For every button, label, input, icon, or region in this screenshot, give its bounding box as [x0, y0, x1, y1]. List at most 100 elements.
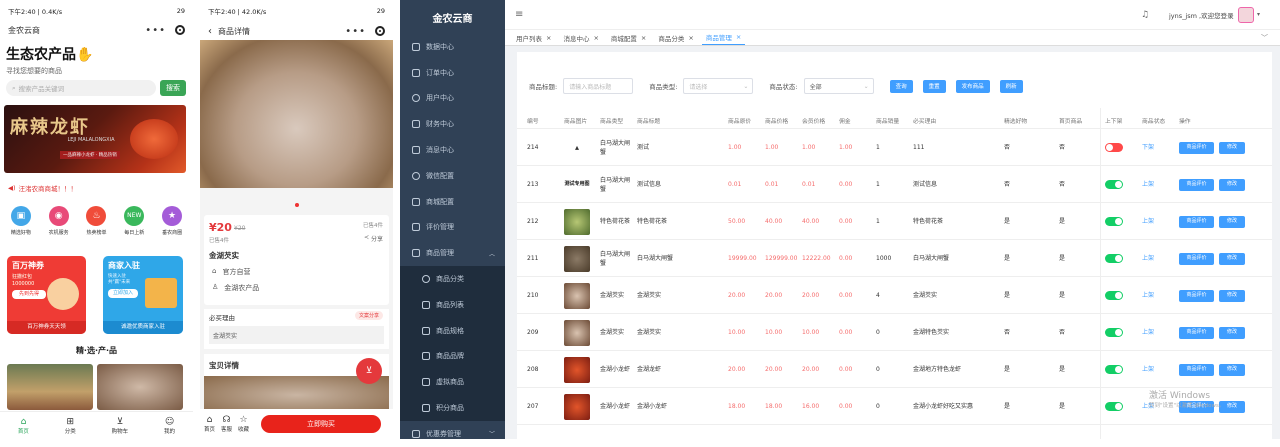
cell-status[interactable]: 上架 — [1142, 277, 1176, 314]
carousel-dot[interactable] — [295, 203, 299, 207]
review-button[interactable]: 商品评价 — [1179, 215, 1214, 228]
tab-goods-manage[interactable]: 商品管理 × — [701, 31, 746, 45]
tab-user-list[interactable]: 用户列表 × — [512, 31, 555, 45]
nav-profile[interactable]: ☺ 我的 — [164, 417, 175, 435]
submenu-brand[interactable]: 商品品牌 — [400, 343, 505, 370]
search-button[interactable]: 查询 — [889, 79, 913, 93]
more-icon[interactable]: ••• — [145, 25, 166, 36]
edit-button[interactable]: 修改 — [1219, 215, 1245, 228]
category-item[interactable]: ♨ 热卖榜单 — [78, 206, 114, 236]
search-button[interactable]: 搜索 — [160, 80, 186, 96]
category-item[interactable]: ◉ 农机服务 — [41, 206, 77, 236]
edit-button[interactable]: 修改 — [1219, 141, 1245, 154]
avatar[interactable] — [1238, 6, 1254, 23]
edit-button[interactable]: 修改 — [1219, 326, 1245, 339]
reset-button[interactable]: 重置 — [922, 79, 946, 93]
tab-mall-config[interactable]: 商城配置 × — [607, 31, 650, 45]
edit-button[interactable]: 修改 — [1219, 363, 1245, 376]
shelf-toggle[interactable] — [1105, 402, 1123, 411]
cell-status[interactable]: 上架 — [1142, 314, 1176, 351]
menu-reviews[interactable]: 评价管理 — [400, 215, 505, 241]
review-button[interactable]: 商品评价 — [1179, 326, 1214, 339]
back-icon[interactable]: ‹ — [208, 26, 212, 37]
cell-actions: 商品评价 修改 — [1179, 314, 1269, 351]
title-input[interactable]: 请输入商品标题 — [563, 78, 634, 94]
review-button[interactable]: 商品评价 — [1179, 178, 1214, 191]
menu-wechat[interactable]: 微信配置 — [400, 163, 505, 189]
menu-orders[interactable]: 订单中心 — [400, 60, 505, 86]
cell-featured: 否 — [1004, 329, 1011, 336]
menu-messages[interactable]: 消息中心 — [400, 137, 505, 163]
submenu-virtual[interactable]: 虚拟商品 — [400, 369, 505, 396]
shelf-toggle[interactable] — [1105, 328, 1123, 337]
shelf-toggle[interactable] — [1105, 365, 1123, 374]
search-input[interactable]: ⌕ 搜索产品关键词 — [6, 80, 156, 96]
hamburger-icon[interactable]: ≡ — [515, 9, 523, 20]
tab-goods-category[interactable]: 商品分类 × — [654, 31, 697, 45]
tab-messages[interactable]: 消息中心 × — [559, 31, 602, 45]
nav-category[interactable]: ⊞ 分类 — [65, 417, 76, 435]
menu-data-center[interactable]: 数据中心 — [400, 34, 505, 60]
type-select[interactable]: 请选择 ⌄ — [683, 78, 754, 94]
review-button[interactable]: 商品评价 — [1179, 363, 1214, 376]
submenu-points[interactable]: 积分商品 — [400, 395, 505, 421]
nav-home[interactable]: ⌂ 首页 — [204, 415, 215, 433]
cell-status[interactable]: 上架 — [1142, 240, 1176, 277]
submenu-spec[interactable]: 商品规格 — [400, 317, 505, 344]
close-target-icon[interactable] — [175, 25, 185, 35]
banner[interactable]: 麻辣龙虾 LEJI MALALONGXIA 一品麻辣小龙虾 · 精品热销 — [4, 105, 186, 173]
publish-button[interactable]: 发布商品 — [955, 79, 990, 93]
menu-finance[interactable]: 财务中心 — [400, 111, 505, 137]
more-icon[interactable]: ••• — [345, 26, 366, 37]
category-item[interactable]: NEW 每日上新 — [116, 206, 152, 236]
detail-section-title: 宝贝详情 — [209, 361, 239, 370]
category-item[interactable]: ★ 垂农商圈 — [154, 206, 190, 236]
status-select[interactable]: 全部 ⌄ — [803, 78, 874, 94]
review-button[interactable]: 商品评价 — [1179, 289, 1214, 302]
buy-now-button[interactable]: 立即购买 — [261, 415, 382, 433]
nav-cart[interactable]: ⊻ 购物车 — [112, 417, 129, 435]
copy-share-button[interactable]: 文案分享 — [354, 311, 383, 320]
notice-bar[interactable]: ◀) 汪渚农商商城！！！ — [8, 183, 77, 193]
menu-goods[interactable]: 商品管理 ︿ — [400, 240, 505, 266]
capsule-menu[interactable]: ••• — [345, 26, 385, 37]
nav-service[interactable]: ☊ 客服 — [221, 415, 232, 433]
edit-button[interactable]: 修改 — [1219, 289, 1245, 302]
shelf-toggle[interactable] — [1105, 217, 1123, 226]
menu-coupons[interactable]: 优惠券管理 ﹀ — [400, 421, 505, 447]
cell-status[interactable]: 上架 — [1142, 166, 1176, 203]
nav-favorite[interactable]: ☆ 收藏 — [238, 415, 249, 433]
refresh-button[interactable]: 刷新 — [999, 79, 1023, 93]
shelf-toggle[interactable] — [1105, 291, 1123, 300]
shelf-toggle[interactable] — [1105, 143, 1123, 152]
edit-button[interactable]: 修改 — [1219, 178, 1245, 191]
float-cart-icon[interactable]: ⊻ — [356, 358, 382, 384]
menu-users[interactable]: 用户中心 — [400, 86, 505, 112]
tabs-dropdown-icon[interactable]: ﹀ — [1261, 33, 1268, 43]
edit-button[interactable]: 修改 — [1219, 252, 1245, 265]
promo-merchant[interactable]: 商家入驻 快速入驻 共"赢"未来 立即加入 诚邀优质商家入驻 — [103, 256, 183, 334]
avatar-dropdown-icon[interactable]: ▾ — [1257, 11, 1260, 18]
review-button[interactable]: 商品评价 — [1179, 252, 1214, 265]
product-main-image[interactable] — [200, 40, 393, 188]
category-item[interactable]: ▣ 精选好物 — [3, 206, 39, 236]
lobster-image — [130, 119, 178, 159]
menu-mall-config[interactable]: 商城配置 — [400, 189, 505, 215]
product-image-seeds[interactable] — [97, 364, 183, 410]
product-image-lotus[interactable] — [7, 364, 93, 410]
origin-row: ♙ 金湖农产品 — [212, 283, 260, 292]
submenu-category[interactable]: 商品分类 — [400, 266, 505, 292]
promo-coupon[interactable]: 百万神券 狂撒红包 1000000 先到先得 百万神券天天领 — [7, 256, 86, 334]
close-target-icon[interactable] — [375, 26, 385, 36]
nav-home[interactable]: ⌂ 首页 — [18, 417, 29, 435]
submenu-list[interactable]: 商品列表 — [400, 291, 505, 318]
shelf-toggle[interactable] — [1105, 180, 1123, 189]
capsule-menu[interactable]: ••• — [145, 25, 185, 36]
cell-status[interactable]: 上架 — [1142, 351, 1176, 388]
cell-status[interactable]: 上架 — [1142, 203, 1176, 240]
bell-icon[interactable]: ♫ — [1141, 10, 1149, 20]
cell-status[interactable]: 下架 — [1142, 129, 1176, 166]
share-button[interactable]: ≺ 分享 — [364, 234, 383, 243]
review-button[interactable]: 商品评价 — [1179, 141, 1214, 154]
shelf-toggle[interactable] — [1105, 254, 1123, 263]
